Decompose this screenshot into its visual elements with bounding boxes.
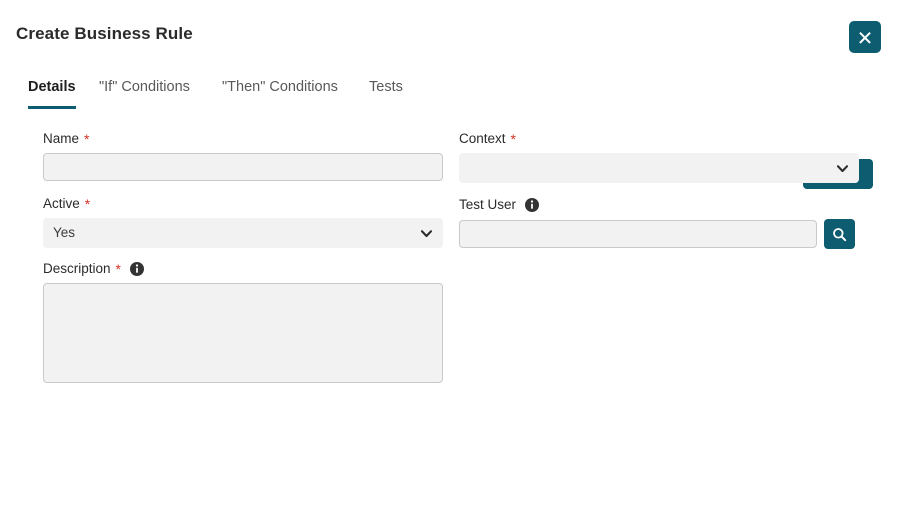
field-label-description: Description * (43, 260, 443, 278)
field-label-active: Active * (43, 195, 443, 213)
label-text: Context (459, 130, 506, 148)
control-row (43, 283, 443, 388)
tab-then-conditions[interactable]: "Then" Conditions (222, 78, 338, 106)
tab-if-conditions[interactable]: "If" Conditions (99, 78, 190, 106)
close-button[interactable] (849, 21, 881, 53)
control-row: Yes (43, 218, 443, 248)
field-description: Description * (43, 260, 443, 388)
field-test-user: Test User (459, 196, 859, 249)
required-asterisk: * (116, 260, 121, 278)
tab-bar: Details "If" Conditions "Then" Condition… (0, 78, 899, 114)
context-select[interactable] (459, 153, 859, 183)
label-text: Test User (459, 196, 516, 214)
search-icon (832, 227, 847, 242)
label-text: Active (43, 195, 80, 213)
required-asterisk: * (85, 195, 90, 213)
dialog-header: Create Business Rule (0, 0, 899, 70)
field-label-name: Name * (43, 130, 443, 148)
info-icon[interactable] (130, 262, 144, 276)
description-textarea[interactable] (43, 283, 443, 383)
chevron-down-icon (420, 218, 433, 248)
form-body: Name * Active * Yes (0, 118, 899, 514)
field-label-test-user: Test User (459, 196, 859, 214)
control-row (459, 219, 859, 249)
tab-tests[interactable]: Tests (369, 78, 403, 106)
tab-details[interactable]: Details (28, 78, 76, 109)
control-row (43, 153, 443, 181)
field-label-context: Context * (459, 130, 859, 148)
label-text: Description (43, 260, 111, 278)
info-icon[interactable] (525, 198, 539, 212)
active-select-value: Yes (53, 218, 75, 248)
field-name: Name * (43, 130, 443, 181)
required-asterisk: * (511, 130, 516, 148)
field-context: Context * (459, 130, 859, 183)
name-input[interactable] (43, 153, 443, 181)
control-row (459, 153, 859, 183)
close-icon (858, 30, 872, 44)
test-user-search-button[interactable] (824, 219, 855, 249)
label-text: Name (43, 130, 79, 148)
field-active: Active * Yes (43, 195, 443, 248)
page-title: Create Business Rule (16, 24, 193, 44)
test-user-input[interactable] (459, 220, 817, 248)
create-business-rule-dialog: Create Business Rule Details "If" Condit… (0, 0, 899, 514)
chevron-down-icon (836, 153, 849, 183)
active-select[interactable]: Yes (43, 218, 443, 248)
required-asterisk: * (84, 130, 89, 148)
